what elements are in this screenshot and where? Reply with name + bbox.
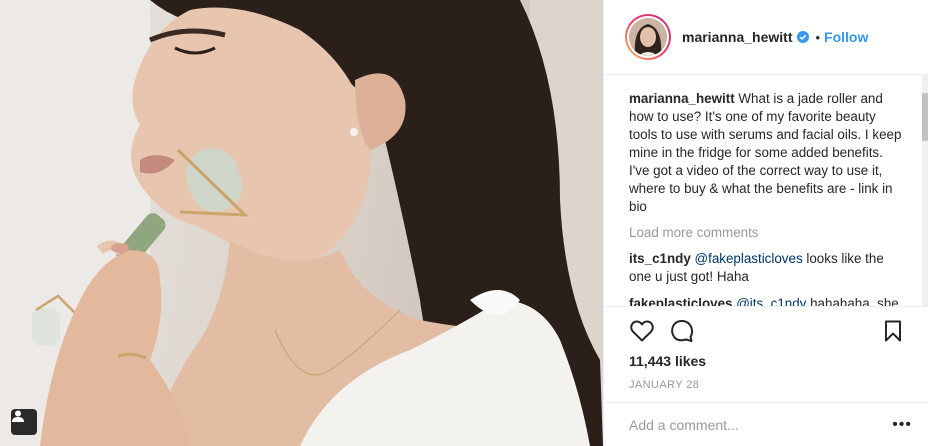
avatar[interactable] [629, 18, 667, 56]
bookmark-icon [885, 320, 901, 342]
comment-bubble-icon [671, 320, 694, 342]
avatar-story-ring[interactable] [625, 14, 671, 60]
user-tag-icon [12, 410, 24, 422]
avatar-image [629, 18, 667, 56]
photo-illustration [0, 0, 603, 446]
like-button[interactable] [629, 318, 655, 344]
caption-author[interactable]: marianna_hewitt [629, 91, 735, 106]
comment-item: its_c1ndy @fakeplasticloves looks like t… [629, 250, 904, 286]
follow-button[interactable]: Follow [824, 29, 868, 45]
action-buttons-row [629, 319, 906, 343]
instagram-post: marianna_hewitt • Follow marianna_hewitt… [0, 0, 928, 446]
more-options-button[interactable]: ••• [892, 416, 912, 434]
comment-text: hahahaha, she [810, 296, 899, 306]
caption-text: What is a jade roller and how to use? It… [629, 91, 902, 214]
header-user: marianna_hewitt • Follow [682, 29, 868, 45]
comment-item: fakeplasticloves @its_c1ndy hahahaha, sh… [629, 295, 904, 306]
header-separator: • [815, 29, 821, 45]
caption: marianna_hewitt What is a jade roller an… [629, 90, 904, 216]
load-more-comments-button[interactable]: Load more comments [629, 225, 904, 240]
heart-icon [630, 320, 654, 342]
likes-count[interactable]: 11,443 likes [629, 353, 906, 369]
post-side-panel: marianna_hewitt • Follow marianna_hewitt… [603, 0, 928, 446]
save-button[interactable] [880, 318, 906, 344]
comment-author[interactable]: its_c1ndy [629, 251, 691, 266]
add-comment-bar: ••• [604, 402, 928, 446]
comment-mention[interactable]: @its_c1ndy [736, 296, 806, 306]
add-comment-input[interactable] [629, 416, 893, 433]
post-photo[interactable] [0, 0, 603, 446]
comment-button[interactable] [669, 318, 695, 344]
header-username[interactable]: marianna_hewitt [682, 29, 792, 45]
post-date[interactable]: JANUARY 28 [629, 379, 906, 391]
post-header: marianna_hewitt • Follow [604, 0, 928, 75]
comment-mention[interactable]: @fakeplasticloves [695, 251, 803, 266]
comments-scrollbar-thumb[interactable] [922, 93, 928, 141]
post-actions: 11,443 likes JANUARY 28 [604, 306, 928, 402]
comments-scrollbar[interactable] [922, 75, 928, 306]
verified-badge-icon [797, 31, 810, 43]
user-tag-button[interactable] [11, 409, 37, 435]
comment-author[interactable]: fakeplasticloves [629, 296, 732, 306]
comments-list[interactable]: marianna_hewitt What is a jade roller an… [604, 75, 928, 306]
